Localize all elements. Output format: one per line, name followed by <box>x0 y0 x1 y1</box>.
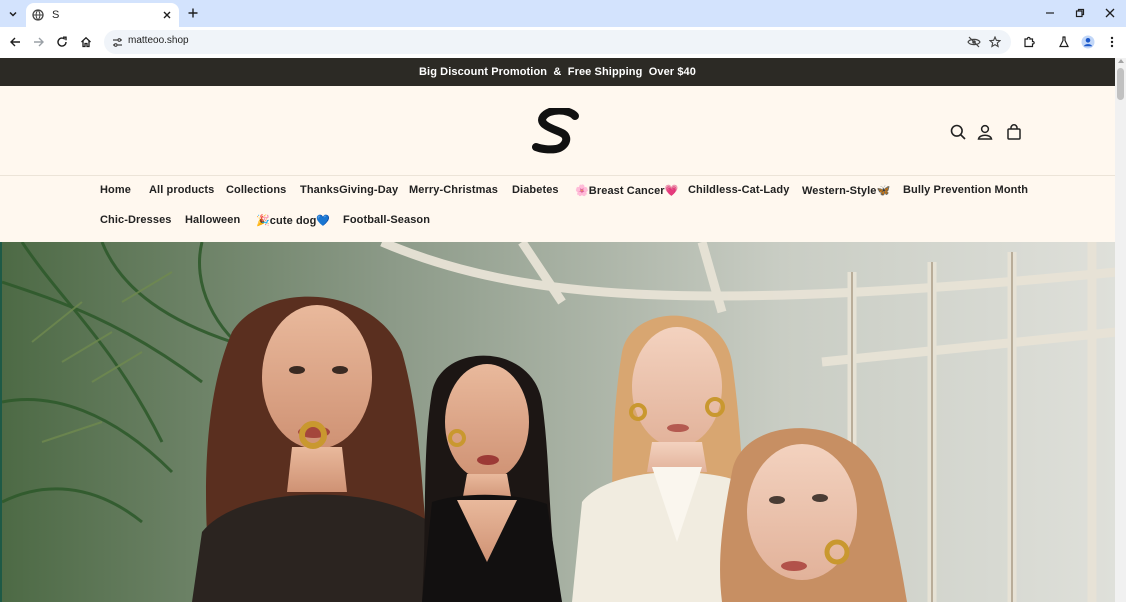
browser-tab[interactable]: S <box>26 3 179 27</box>
nav-item-childless-cat-lady[interactable]: Childless-Cat-Lady <box>688 184 789 196</box>
nav-item-thanksgiving-day[interactable]: ThanksGiving-Day <box>300 184 398 196</box>
scrollbar-thumb[interactable] <box>1117 68 1124 100</box>
hero-photo-illustration <box>2 242 1115 602</box>
eye-off-icon[interactable] <box>966 34 982 50</box>
search-icon[interactable] <box>948 122 968 142</box>
url-text: matteoo.shop <box>128 35 189 46</box>
page-scrollbar[interactable] <box>1115 58 1126 602</box>
browser-tab-strip: S <box>0 0 1126 27</box>
forward-arrow-icon[interactable] <box>30 33 48 51</box>
restore-icon[interactable] <box>1071 4 1089 22</box>
main-navigation: Home All products Collections ThanksGivi… <box>0 176 1115 242</box>
account-icon[interactable] <box>975 122 995 142</box>
nav-item-bully-prevention-month[interactable]: Bully Prevention Month <box>903 184 1028 196</box>
nav-item-all-products[interactable]: All products <box>149 184 214 196</box>
tab-title: S <box>52 9 60 21</box>
announcement-text: Big Discount Promotion & Free Shipping O… <box>419 66 696 78</box>
scroll-up-arrow-icon[interactable] <box>1118 59 1124 63</box>
web-page: Big Discount Promotion & Free Shipping O… <box>0 58 1115 602</box>
announcement-bar: Big Discount Promotion & Free Shipping O… <box>0 58 1115 86</box>
reload-icon[interactable] <box>53 33 71 51</box>
labs-flask-icon[interactable] <box>1055 33 1073 51</box>
globe-icon <box>32 9 44 21</box>
site-header <box>0 86 1115 176</box>
new-tab-plus-icon[interactable] <box>185 5 201 21</box>
nav-item-western-style[interactable]: Western-Style🦋 <box>802 184 890 197</box>
store-logo[interactable] <box>531 106 583 156</box>
hero-banner-image[interactable] <box>0 242 1115 602</box>
extensions-puzzle-icon[interactable] <box>1020 33 1038 51</box>
profile-avatar-icon[interactable] <box>1079 33 1097 51</box>
nav-item-halloween[interactable]: Halloween <box>185 214 240 226</box>
nav-item-diabetes[interactable]: Diabetes <box>512 184 559 196</box>
address-bar[interactable]: matteoo.shop <box>104 30 1011 54</box>
tab-close-icon[interactable] <box>159 7 175 23</box>
minimize-icon[interactable] <box>1041 4 1059 22</box>
nav-item-home[interactable]: Home <box>100 184 131 196</box>
nav-item-football-season[interactable]: Football-Season <box>343 214 430 226</box>
nav-item-merry-christmas[interactable]: Merry-Christmas <box>409 184 498 196</box>
browser-menu-dots-icon[interactable] <box>1103 33 1121 51</box>
nav-item-cute-dog[interactable]: 🎉cute dog💙 <box>256 214 330 227</box>
close-icon[interactable] <box>1101 4 1119 22</box>
bookmark-star-icon[interactable] <box>987 34 1003 50</box>
home-icon[interactable] <box>77 33 95 51</box>
nav-item-chic-dresses[interactable]: Chic-Dresses <box>100 214 172 226</box>
nav-item-collections[interactable]: Collections <box>226 184 286 196</box>
browser-toolbar: matteoo.shop <box>0 27 1126 58</box>
tab-search-chevron-icon[interactable] <box>4 5 22 23</box>
nav-item-breast-cancer[interactable]: 🌸Breast Cancer💗 <box>575 184 679 197</box>
cart-icon[interactable] <box>1004 122 1024 142</box>
site-info-icon[interactable] <box>109 34 125 50</box>
back-arrow-icon[interactable] <box>6 33 24 51</box>
